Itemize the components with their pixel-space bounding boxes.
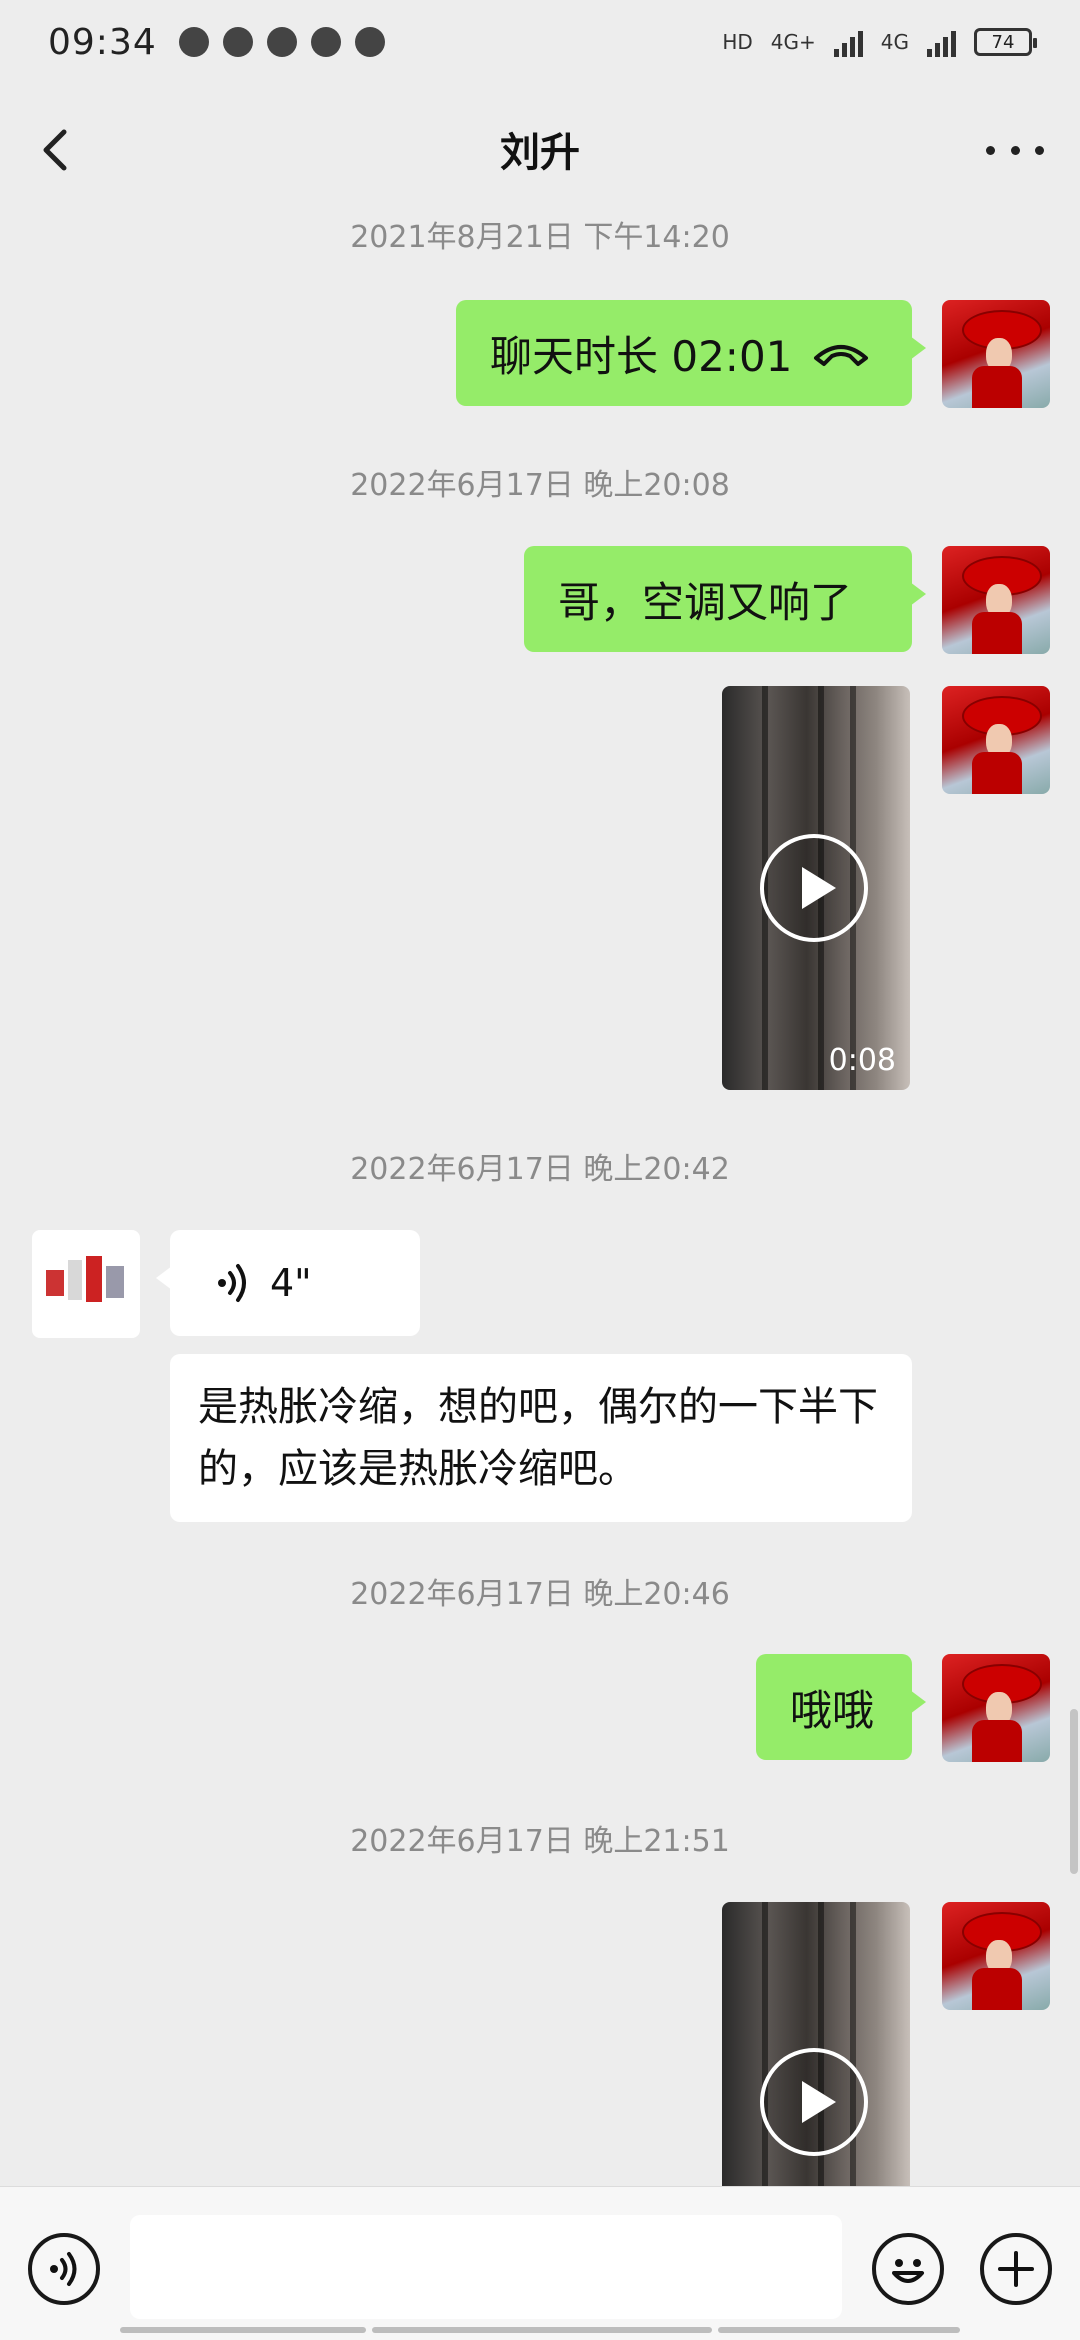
message-input[interactable] — [130, 2215, 842, 2319]
gauge-notification-icon — [222, 27, 253, 57]
app-notification-icon — [354, 27, 385, 57]
hd-label: HD — [722, 30, 753, 54]
input-bar — [0, 2186, 1080, 2340]
voice-duration: 4" — [270, 1261, 312, 1305]
plus-icon — [998, 2251, 1034, 2287]
notification-icons — [178, 27, 385, 57]
message-text: 哥，空调又响了 — [558, 577, 853, 627]
chat-header: 刘升 — [0, 84, 1080, 214]
chevron-left-icon — [43, 129, 67, 171]
emoji-button[interactable] — [872, 2233, 944, 2305]
play-icon[interactable] — [760, 834, 868, 942]
signal-icon — [833, 27, 863, 57]
emoji-icon — [892, 2259, 924, 2283]
voice-input-icon — [50, 2252, 77, 2286]
timestamp: 2022年6月17日 晚上20:46 — [350, 1577, 730, 1612]
message-text: 哦哦 — [790, 1685, 875, 1735]
avatar[interactable] — [942, 1654, 1050, 1762]
timestamp: 2022年6月17日 晚上21:51 — [350, 1824, 730, 1859]
bell-notification-icon — [310, 27, 341, 57]
voice-message[interactable]: 4" — [156, 1230, 420, 1336]
timestamp: 2022年6月17日 晚上20:42 — [350, 1152, 730, 1187]
status-bar: 09:34 HD 4G+ 4G 74 — [0, 0, 1080, 84]
sim2-label: 4G — [880, 30, 909, 54]
sim1-label: 4G+ — [770, 30, 816, 54]
message-bubble[interactable]: 是热胀冷缩，想的吧，偶尔的一下半下的，应该是热胀冷缩吧。 — [170, 1354, 912, 1522]
gesture-bar — [718, 2327, 960, 2333]
status-time: 09:34 — [48, 21, 157, 63]
timestamp: 2021年8月21日 下午14:20 — [350, 220, 730, 255]
gesture-bar — [120, 2327, 366, 2333]
message-bubble[interactable]: 哥，空调又响了 — [524, 546, 926, 652]
chat-notification-icon — [178, 27, 209, 57]
video-message[interactable] — [722, 1902, 910, 2186]
timestamp: 2022年6月17日 晚上20:08 — [350, 468, 730, 503]
video-message[interactable]: 0:08 — [722, 686, 910, 1090]
voice-input-button[interactable] — [28, 2233, 100, 2305]
page-title: 刘升 — [500, 130, 580, 176]
gesture-bar — [372, 2327, 712, 2333]
call-record-bubble[interactable]: 聊天时长 02:01 — [456, 300, 926, 406]
call-duration-text: 聊天时长 02:01 — [490, 331, 793, 381]
plus-button[interactable] — [980, 2233, 1052, 2305]
avatar[interactable] — [942, 546, 1050, 654]
video-notification-icon — [266, 27, 297, 57]
back-button[interactable] — [30, 120, 90, 180]
avatar[interactable] — [32, 1230, 140, 1338]
message-bubble[interactable]: 哦哦 — [756, 1654, 926, 1760]
more-button[interactable] — [980, 120, 1050, 180]
scrollbar[interactable] — [1070, 1709, 1078, 1874]
phone-hangup-icon — [814, 345, 869, 366]
battery-level: 74 — [991, 31, 1015, 53]
avatar[interactable] — [942, 686, 1050, 794]
video-duration: 0:08 — [828, 1043, 896, 1078]
play-icon[interactable] — [760, 2048, 868, 2156]
battery-icon: 74 — [974, 28, 1037, 56]
voice-wave-icon — [218, 1264, 246, 1302]
avatar[interactable] — [942, 300, 1050, 408]
message-list[interactable]: 2021年8月21日 下午14:20 聊天时长 02:01 2022年6月17日… — [0, 214, 1080, 2186]
signal-icon — [927, 27, 956, 57]
status-right: HD 4G+ 4G 74 — [722, 27, 1037, 57]
avatar[interactable] — [942, 1902, 1050, 2010]
more-dots-icon — [986, 145, 995, 155]
message-text: 是热胀冷缩，想的吧，偶尔的一下半下的，应该是热胀冷缩吧。 — [198, 1384, 878, 1492]
